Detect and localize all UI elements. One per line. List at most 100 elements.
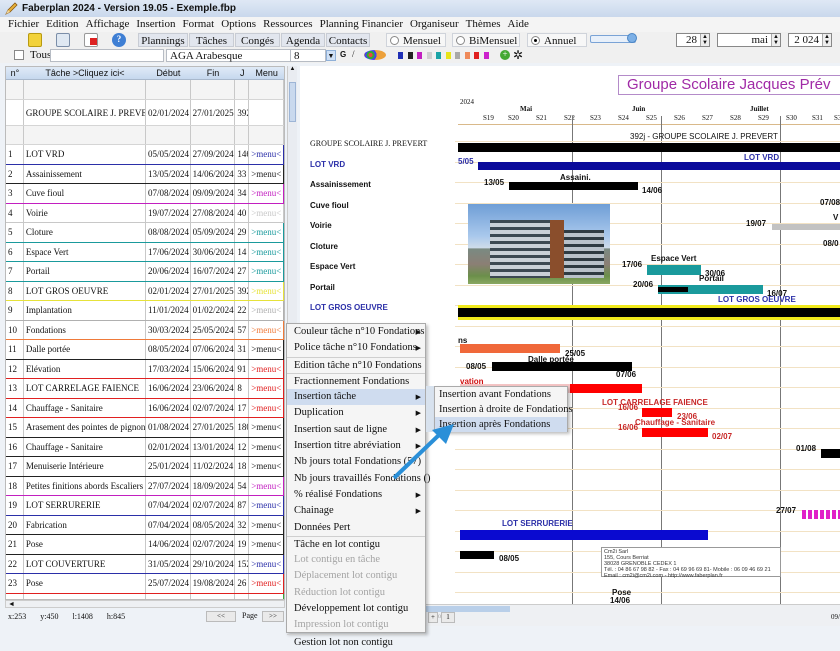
row-start[interactable]: 02/01/2024	[146, 281, 191, 300]
table-row[interactable]: 19 LOT SERRURERIE 07/04/2024 02/07/2024 87 >m…	[6, 496, 284, 516]
row-task[interactable]: Implantation	[24, 301, 146, 320]
table-row[interactable]: 1LOT VRD05/05/202427/09/2024146>menu<	[6, 145, 284, 165]
row-start[interactable]: 13/05/2024	[146, 164, 191, 183]
menu-aide[interactable]: Aide	[508, 17, 529, 32]
table-row[interactable]: 20 Fabrication 07/04/2024 08/05/2024 32 >menu…	[6, 515, 284, 535]
row-end[interactable]: 18/09/2024	[191, 476, 236, 495]
add-icon[interactable]: +	[500, 50, 510, 60]
row-task[interactable]: Cloture	[24, 223, 146, 242]
menu-fichier[interactable]: Fichier	[8, 17, 39, 32]
row-menu-link[interactable]: >menu<	[249, 496, 284, 515]
row-start[interactable]: 07/04/2024	[146, 515, 191, 534]
voirie-bar[interactable]	[772, 224, 840, 230]
row-menu-link[interactable]: >menu<	[249, 301, 284, 320]
row-end[interactable]: 25/05/2024	[191, 320, 236, 339]
context-menu-item[interactable]: Couleur tâche n°10 Fondations ▶	[287, 324, 425, 340]
table-row[interactable]: 13 LOT CARRELAGE FAIENCE 16/06/2024 23/06/2…	[6, 379, 284, 399]
palette-icon[interactable]	[364, 50, 386, 60]
row-task[interactable]: Arasement des pointes de pignons	[24, 418, 146, 437]
all-checkbox[interactable]	[14, 50, 24, 60]
fondations-bar[interactable]	[460, 344, 560, 353]
italic-pen-icon[interactable]: /	[352, 49, 355, 59]
filter-field[interactable]	[50, 49, 164, 62]
row-menu-link[interactable]: >menu<	[249, 145, 284, 164]
view-bimensuel-radio[interactable]: BiMensuel	[452, 33, 520, 47]
context-menu-item[interactable]: Insertion tâche ▶	[287, 389, 425, 406]
row-menu-link[interactable]: >menu<	[249, 574, 284, 593]
zoom-slider[interactable]	[590, 33, 637, 43]
year-spinner[interactable]: 2 024 ▲ ▼	[788, 33, 832, 47]
row-end[interactable]: 23/06/2024	[191, 379, 236, 398]
row-end[interactable]: 27/01/2025	[191, 281, 236, 300]
row-menu-link[interactable]: >menu<	[249, 184, 284, 203]
delete-icon[interactable]	[84, 33, 98, 47]
context-menu-item[interactable]: Développement lot contigu	[287, 601, 425, 617]
row-menu-link[interactable]: >menu<	[249, 320, 284, 339]
row-task[interactable]: Chauffage - Sanitaire	[24, 437, 146, 456]
row-end[interactable]: 27/08/2024	[191, 203, 236, 222]
color-swatch[interactable]	[464, 52, 470, 59]
grid-horizontal-scrollbar[interactable]: ◄	[5, 600, 285, 608]
context-menu-item[interactable]: Chainage ▶	[287, 503, 425, 519]
table-row[interactable]: 6 Espace Vert 17/06/2024 30/06/2024 14 >menu<	[6, 242, 284, 262]
table-row[interactable]: 7 Portail 20/06/2024 16/07/2024 27 >menu<	[6, 262, 284, 282]
shield-icon[interactable]	[28, 33, 42, 47]
menu-thèmes[interactable]: Thèmes	[466, 17, 501, 32]
row-end[interactable]: 08/05/2024	[191, 515, 236, 534]
context-menu-item[interactable]: Fractionnement Fondations	[287, 372, 425, 389]
row-start[interactable]: 16/06/2024	[146, 398, 191, 417]
row-start[interactable]: 25/07/2024	[146, 574, 191, 593]
color-swatch[interactable]	[455, 52, 460, 59]
row-task[interactable]: Dalle portée	[24, 340, 146, 359]
settings-snowflake-icon[interactable]: ✲	[513, 48, 523, 63]
tab-plannings[interactable]: Plannings	[138, 33, 188, 47]
table-row[interactable]: 2 Assainissement 13/05/2024 14/06/2024 33 >me…	[6, 164, 284, 184]
portail-progress[interactable]	[658, 287, 688, 292]
row-task[interactable]: Menuiserie Intérieure	[24, 457, 146, 476]
row-task[interactable]: LOT COUVERTURE	[24, 554, 146, 573]
menu-organiseur[interactable]: Organiseur	[410, 17, 459, 32]
row-task[interactable]: LOT SERRURERIE	[24, 496, 146, 515]
table-row[interactable]: 15 Arasement des pointes de pignons 01/08/…	[6, 418, 284, 438]
row-start[interactable]: 05/05/2024	[146, 145, 191, 164]
lot-vrd-bar[interactable]	[478, 162, 840, 170]
save-icon[interactable]	[56, 33, 70, 47]
row-task[interactable]: Assainissement	[24, 164, 146, 183]
col-task[interactable]: Tâche >Cliquez ici<	[24, 67, 146, 79]
slider-knob[interactable]	[627, 33, 637, 43]
row-menu-link[interactable]: >menu<	[249, 418, 284, 437]
arasement-bar[interactable]	[821, 449, 840, 458]
finitions-bar[interactable]	[802, 510, 840, 519]
prev-page-button[interactable]: <<	[206, 611, 236, 622]
row-menu-link[interactable]: >menu<	[249, 554, 284, 573]
context-menu-item[interactable]: Gestion lot non contigu	[287, 633, 425, 650]
row-menu-link[interactable]: >menu<	[249, 223, 284, 242]
table-row[interactable]: 21 Pose 14/06/2024 02/07/2024 19 >menu<	[6, 535, 284, 555]
zoom-plus-button[interactable]: +	[428, 612, 438, 623]
scroll-left-icon[interactable]: ◄	[8, 600, 15, 608]
chauffage-bar[interactable]	[642, 428, 708, 437]
row-end[interactable]: 16/07/2024	[191, 262, 236, 281]
table-row[interactable]: 5 Cloture 08/08/2024 05/09/2024 29 >menu<	[6, 223, 284, 243]
table-row[interactable]: 12 Elévation 17/03/2024 15/06/2024 91 >menu<	[6, 359, 284, 379]
row-task[interactable]: Cuve fioul	[24, 184, 146, 203]
size-select[interactable]: 8	[290, 49, 326, 62]
row-task[interactable]: Fondations	[24, 320, 146, 339]
row-task[interactable]: Espace Vert	[24, 242, 146, 261]
row-end[interactable]: 19/08/2024	[191, 574, 236, 593]
row-start[interactable]: 07/04/2024	[146, 496, 191, 515]
tab-contacts[interactable]: Contacts	[326, 33, 370, 47]
row-end[interactable]: 09/09/2024	[191, 184, 236, 203]
assainissement-bar[interactable]	[509, 182, 638, 190]
gros-oeuvre-bar[interactable]	[458, 305, 840, 320]
col-menu[interactable]: Menu	[249, 67, 284, 79]
row-start[interactable]: 31/05/2024	[146, 554, 191, 573]
row-task[interactable]: Portail	[24, 262, 146, 281]
row-menu-link[interactable]: >menu<	[249, 242, 284, 261]
scroll-up-icon[interactable]: ▲	[288, 66, 297, 72]
row-task[interactable]: Fabrication	[24, 515, 146, 534]
row-start[interactable]: 25/01/2024	[146, 457, 191, 476]
row-start[interactable]: 20/06/2024	[146, 262, 191, 281]
row-start[interactable]: 08/08/2024	[146, 223, 191, 242]
row-menu-link[interactable]: >menu<	[249, 476, 284, 495]
